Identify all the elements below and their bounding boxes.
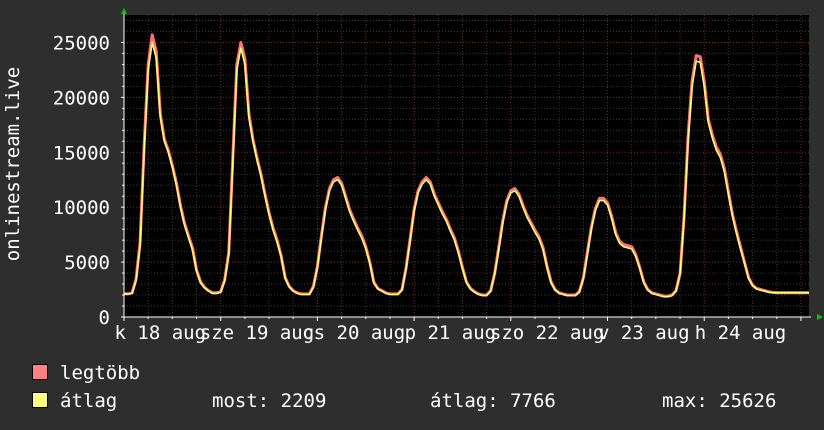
legend-item-max: legtöbb [32,362,140,384]
y-axis-label: onlinestream.live [2,67,24,261]
y-tick-label: 0 [99,307,110,329]
x-tick-labels: k 18 augsze 19 augcs 20 aug p 21 augszo 2… [115,322,787,344]
stat-avg: átlag: 7766 [430,390,556,412]
y-tick-label: 25000 [53,32,110,54]
x-tick-label: sze 19 aug [200,322,314,344]
x-tick-label: cs 20 aug [302,322,405,344]
legend-swatch-max [32,364,48,380]
x-tick-label: h 24 aug [695,322,787,344]
y-tick-label: 10000 [53,197,110,219]
x-tick-label: szo 22 aug [490,322,604,344]
x-tick-label: k 18 aug [115,322,207,344]
legend-label-avg: átlag [60,390,118,412]
legend-item-avg: átlag [32,390,117,412]
legend-swatch-avg [32,392,48,408]
y-tick-label: 20000 [53,87,110,109]
y-tick-label: 15000 [53,142,110,164]
stat-max: max: 25626 [662,390,777,412]
stat-now: most: 2209 [212,390,327,412]
legend-label-max: legtöbb [60,362,141,384]
x-tick-label: v 23 aug [598,322,690,344]
y-tick-label: 5000 [64,252,110,274]
x-tick-label: p 21 aug [405,322,497,344]
